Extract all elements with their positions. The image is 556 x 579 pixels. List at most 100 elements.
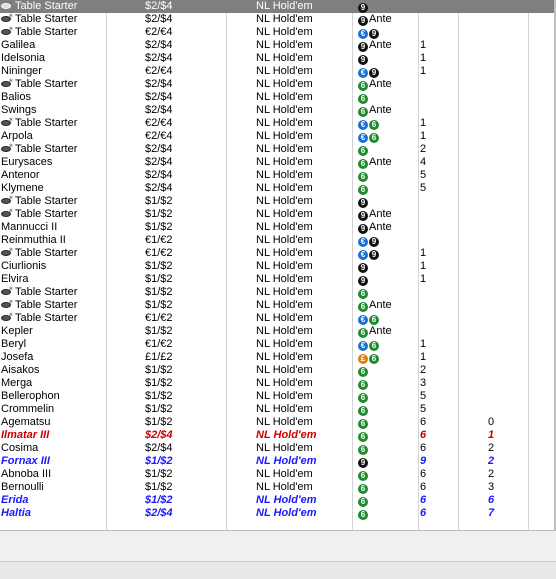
- table-type-cell: 9 Ante: [358, 221, 418, 234]
- table-name: Bellerophon: [1, 390, 60, 402]
- table-row[interactable]: Balios $2/$4 NL Hold'em 6: [0, 91, 556, 104]
- stakes-cell: $1/$2: [145, 455, 173, 467]
- waiting-cell: [488, 169, 518, 182]
- waiting-cell: [488, 195, 518, 208]
- table-name: Table Starter: [15, 195, 78, 207]
- table-name-cell: Balios: [0, 91, 107, 104]
- table-row[interactable]: Arpola €2/€4 NL Hold'em €6 1: [0, 130, 556, 143]
- players-cell: 1: [420, 260, 427, 272]
- table-type-cell: 6: [358, 468, 418, 481]
- table-name-cell: Arpola: [0, 130, 107, 143]
- table-row[interactable]: Cosima $2/$4 NL Hold'em 6 6 2: [0, 442, 556, 455]
- table-row[interactable]: Eurysaces $2/$4 NL Hold'em 6 Ante 4: [0, 156, 556, 169]
- game-cell: NL Hold'em: [256, 429, 317, 441]
- table-row[interactable]: Table Starter€2/€4NL Hold'em€61: [0, 117, 556, 130]
- nine-badge-icon: 9: [358, 211, 368, 221]
- table-row[interactable]: Elvira $1/$2 NL Hold'em 9 1: [0, 273, 556, 286]
- game-cell: NL Hold'em: [256, 130, 313, 142]
- game-cell: NL Hold'em: [256, 26, 313, 38]
- table-row[interactable]: Bernoulli $1/$2 NL Hold'em 6 6 3: [0, 481, 556, 494]
- players-cell: [420, 208, 450, 221]
- table-name-cell: Table Starter: [0, 143, 107, 156]
- table-type-cell: 6: [358, 364, 418, 377]
- table-row[interactable]: Fornax III $1/$2 NL Hold'em 9 9 2: [0, 455, 556, 468]
- waiting-cell: 3: [488, 481, 495, 493]
- table-name: Table Starter: [15, 26, 78, 38]
- table-row[interactable]: Klymene $2/$4 NL Hold'em 6 5: [0, 182, 556, 195]
- table-row[interactable]: Abnoba III $1/$2 NL Hold'em 6 6 2: [0, 468, 556, 481]
- table-row[interactable]: Nininger €2/€4 NL Hold'em €9 1: [0, 65, 556, 78]
- table-name: Table Starter: [15, 13, 78, 25]
- table-name: Table Starter: [15, 286, 78, 298]
- table-row[interactable]: Erida $1/$2 NL Hold'em 6 6 6: [0, 494, 556, 507]
- six-badge-icon: 6: [369, 341, 379, 351]
- table-row[interactable]: Bellerophon $1/$2 NL Hold'em 6 5: [0, 390, 556, 403]
- table-name-cell: Idelsonia: [0, 52, 107, 65]
- table-row[interactable]: Ilmatar III $2/$4 NL Hold'em 6 6 1: [0, 429, 556, 442]
- horizontal-scrollbar[interactable]: [0, 561, 556, 579]
- table-row[interactable]: Table Starter $2/$4 NL Hold'em 6 2: [0, 143, 556, 156]
- game-cell: NL Hold'em: [256, 182, 313, 194]
- game-cell: NL Hold'em: [256, 351, 313, 363]
- waiting-cell: [488, 221, 518, 234]
- table-row[interactable]: Table Starter€1/€2NL Hold'em€91: [0, 247, 556, 260]
- table-name: Table Starter: [15, 0, 78, 12]
- table-type-cell: 6 Ante: [358, 104, 418, 117]
- table-type-cell: 9: [358, 195, 418, 208]
- six-badge-icon: 6: [358, 107, 368, 117]
- ante-label: Ante: [369, 156, 392, 168]
- stakes-cell: $1/$2: [145, 195, 173, 207]
- table-row[interactable]: Haltia $2/$4 NL Hold'em 6 6 7: [0, 507, 556, 520]
- players-cell: 2: [420, 143, 427, 155]
- table-row[interactable]: Table Starter $1/$2 NL Hold'em 6: [0, 286, 556, 299]
- nine-badge-icon: 9: [358, 458, 368, 468]
- table-starter-icon: [1, 13, 14, 23]
- game-cell: NL Hold'em: [256, 156, 313, 168]
- table-row[interactable]: Antenor $2/$4 NL Hold'em 6 5: [0, 169, 556, 182]
- table-row[interactable]: Idelsonia $2/$4 NL Hold'em 9 1: [0, 52, 556, 65]
- table-row[interactable]: Mannucci II $1/$2 NL Hold'em 9 Ante: [0, 221, 556, 234]
- table-row[interactable]: Reinmuthia II €1/€2 NL Hold'em €9: [0, 234, 556, 247]
- table-row[interactable]: Swings $2/$4 NL Hold'em 6 Ante: [0, 104, 556, 117]
- lobby-footer: [0, 530, 556, 579]
- six-badge-icon: 6: [369, 354, 379, 364]
- table-name: Crommelin: [1, 403, 55, 415]
- stakes-cell: $2/$4: [145, 104, 173, 116]
- table-row[interactable]: Josefa £1/£2 NL Hold'em £6 1: [0, 351, 556, 364]
- table-row[interactable]: Table Starter €1/€2 NL Hold'em €6: [0, 312, 556, 325]
- players-cell: 1: [420, 52, 427, 64]
- table-row[interactable]: Agematsu $1/$2 NL Hold'em 6 6 0: [0, 416, 556, 429]
- table-row[interactable]: Crommelin $1/$2 NL Hold'em 6 5: [0, 403, 556, 416]
- stakes-cell: $2/$4: [145, 143, 173, 155]
- nine-badge-icon: 9: [369, 29, 379, 39]
- table-row[interactable]: Table Starter €2/€4 NL Hold'em €9: [0, 26, 556, 39]
- table-row[interactable]: Ciurlionis $1/$2 NL Hold'em 9 1: [0, 260, 556, 273]
- waiting-cell: [488, 39, 518, 52]
- table-row[interactable]: Table Starter $1/$2 NL Hold'em 9Ante: [0, 208, 556, 221]
- table-row[interactable]: Table Starter $1/$2 NL Hold'em 6Ante: [0, 299, 556, 312]
- table-name: Erida: [1, 494, 29, 506]
- table-type-cell: 6: [358, 416, 418, 429]
- table-row[interactable]: Table Starter $2/$4 NL Hold'em 9: [0, 0, 556, 13]
- stakes-cell: $1/$2: [145, 286, 173, 298]
- waiting-cell: [488, 208, 518, 221]
- players-cell: [420, 91, 450, 104]
- table-row[interactable]: Beryl €1/€2 NL Hold'em €6 1: [0, 338, 556, 351]
- table-row[interactable]: Table Starter $1/$2 NL Hold'em 9: [0, 195, 556, 208]
- table-row[interactable]: Merga $1/$2 NL Hold'em 6 3: [0, 377, 556, 390]
- table-row[interactable]: Table Starter $2/$4 NL Hold'em 6Ante: [0, 78, 556, 91]
- table-starter-icon: [1, 195, 14, 205]
- stakes-cell: €1/€2: [145, 247, 173, 259]
- table-row[interactable]: Galilea $2/$4 NL Hold'em 9 Ante 1: [0, 39, 556, 52]
- table-row[interactable]: Table Starter $2/$4 NL Hold'em 9Ante: [0, 13, 556, 26]
- stakes-cell: $1/$2: [145, 481, 173, 493]
- table-name-cell: Josefa: [0, 351, 107, 364]
- stakes-cell: $1/$2: [145, 273, 173, 285]
- table-name: Ciurlionis: [1, 260, 47, 272]
- game-cell: NL Hold'em: [256, 325, 313, 337]
- table-row[interactable]: Kepler $1/$2 NL Hold'em 6 Ante: [0, 325, 556, 338]
- table-name: Klymene: [1, 182, 44, 194]
- players-cell: [420, 104, 450, 117]
- table-row[interactable]: Aisakos $1/$2 NL Hold'em 6 2: [0, 364, 556, 377]
- table-name-cell: Merga: [0, 377, 107, 390]
